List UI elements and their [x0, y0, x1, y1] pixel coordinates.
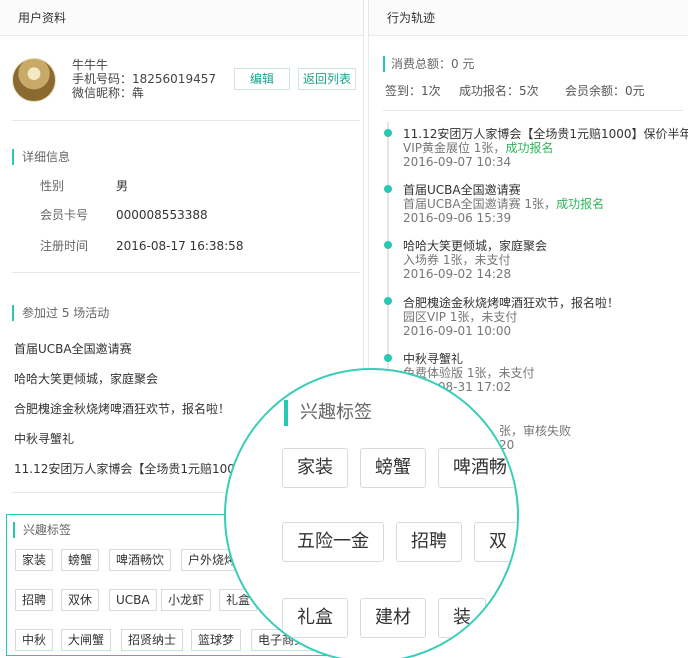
activity-item[interactable]: 11.12安团万人家博会【全场贵1元赔1000】 — [14, 461, 255, 477]
status-badge: 成功报名 — [505, 141, 554, 155]
avatar — [12, 58, 56, 102]
magnifier-tag[interactable]: 双 — [474, 522, 517, 562]
user-profile-header: 用户资料 — [0, 0, 363, 36]
behavior-track-header: 行为轨迹 — [369, 0, 688, 36]
info-label: 性别 — [40, 179, 65, 193]
status-badge: 成功报名 — [556, 197, 605, 211]
activity-item[interactable]: 中秋寻蟹礼 — [14, 431, 74, 447]
info-row-gender: 性别 男 — [40, 178, 128, 194]
interest-tag[interactable]: 螃蟹 — [61, 549, 100, 571]
magnifier-tag[interactable]: 啤酒畅 — [438, 448, 517, 488]
interest-tag[interactable]: 家装 — [15, 549, 54, 571]
interest-tag[interactable]: UCBA — [109, 589, 157, 611]
timeline-sub: 张，审核失败 — [499, 424, 572, 438]
activity-item[interactable]: 合肥槐途金秋烧烤啤酒狂欢节，报名啦！ — [14, 401, 230, 417]
info-label: 会员卡号 — [40, 208, 89, 222]
total-spend-value: 0 元 — [451, 57, 475, 71]
magnifier-tag[interactable]: 建材 — [360, 598, 426, 638]
timeline-item[interactable]: 哈哈大笑更倾城，家庭聚会 入场券 1张，未支付 2016-09-02 14:28 — [403, 239, 688, 281]
info-label: 注册时间 — [40, 239, 89, 253]
timeline-time: 2016-09-06 15:39 — [403, 211, 512, 225]
activity-item[interactable]: 首届UCBA全国邀请赛 — [14, 341, 132, 357]
timeline-item[interactable]: 首届UCBA全国邀请赛 首届UCBA全国邀请赛 1张，成功报名 2016-09-… — [403, 183, 688, 225]
user-info: 牛牛牛 手机号码：18256019457 微信昵称：犇 — [72, 58, 216, 100]
timeline-title: 合肥槐途金秋烧烤啤酒狂欢节，报名啦！ — [403, 296, 620, 310]
timeline-title: 首届UCBA全国邀请赛 — [403, 183, 521, 197]
interest-tag[interactable]: 大闸蟹 — [61, 629, 112, 651]
total-spend: 消费总额：0 元 — [383, 56, 474, 72]
timeline-time: 2016-09-07 10:34 — [403, 155, 512, 169]
timeline-dot — [384, 297, 392, 305]
user-wechat: 微信昵称：犇 — [72, 86, 145, 100]
activity-item[interactable]: 哈哈大笑更倾城，家庭聚会 — [14, 371, 158, 387]
info-value: 000008553388 — [116, 208, 208, 222]
timeline-item[interactable]: 11.12安团万人家博会【全场贵1元赔1000】保价半年 VIP黄金展位 1张，… — [403, 127, 688, 169]
divider — [12, 272, 360, 273]
info-value: 男 — [116, 179, 129, 193]
timeline-item[interactable]: 张，审核失败 20 — [499, 424, 619, 452]
magnifier-tag[interactable]: 螃蟹 — [360, 448, 426, 488]
magnifier-tag[interactable]: 家装 — [282, 448, 348, 488]
timeline-sub: 首届UCBA全国邀请赛 1张，成功报名 — [403, 197, 688, 211]
info-row-card-number: 会员卡号 000008553388 — [40, 207, 208, 223]
activities-title: 参加过 5 场活动 — [12, 305, 109, 321]
interest-tag[interactable]: 中秋 — [15, 629, 54, 651]
edit-button[interactable]: 编辑 — [234, 68, 290, 90]
interest-tag[interactable]: 篮球梦 — [191, 629, 242, 651]
interest-tag[interactable]: 招贤纳士 — [121, 629, 184, 651]
timeline-time: 20 — [499, 438, 515, 452]
timeline-sub: 入场券 1张，未支付 — [403, 253, 511, 267]
timeline-dot — [384, 241, 392, 249]
magnifier-tag[interactable]: 装 — [438, 598, 486, 638]
interest-tag[interactable]: 双休 — [61, 589, 100, 611]
user-card: 牛牛牛 手机号码：18256019457 微信昵称：犇 编辑 返回列表 — [12, 56, 362, 104]
timeline-title: 哈哈大笑更倾城，家庭聚会 — [403, 239, 548, 253]
back-to-list-button[interactable]: 返回列表 — [298, 68, 356, 90]
magnifier-tag[interactable]: 礼盒 — [282, 598, 348, 638]
info-value: 2016-08-17 16:38:58 — [116, 239, 244, 253]
magnifier-title: 兴趣标签 — [284, 400, 372, 426]
timeline-sub: 园区VIP 1张，未支付 — [403, 310, 518, 324]
checkin-count: 签到：1次 — [385, 84, 441, 98]
details-title: 详细信息 — [12, 149, 70, 165]
timeline-sub-text: VIP黄金展位 1张， — [403, 141, 506, 155]
timeline-item[interactable]: 合肥槐途金秋烧烤啤酒狂欢节，报名啦！ 园区VIP 1张，未支付 2016-09-… — [403, 296, 688, 338]
member-balance: 会员余额：0元 — [565, 84, 645, 98]
info-row-register-time: 注册时间 2016-08-17 16:38:58 — [40, 238, 243, 254]
total-spend-label: 消费总额： — [391, 57, 452, 71]
magnifier-tag[interactable]: 五险一金 — [282, 522, 384, 562]
interest-tags-title: 兴趣标签 — [13, 522, 71, 538]
timeline-time: 2016-09-01 10:00 — [403, 324, 512, 338]
user-phone: 手机号码：18256019457 — [72, 72, 216, 86]
interest-tag[interactable]: 啤酒畅饮 — [109, 549, 172, 571]
signup-count: 成功报名：5次 — [459, 84, 539, 98]
timeline-title: 11.12安团万人家博会【全场贵1元赔1000】保价半年 — [403, 127, 688, 141]
timeline-time: 2016-09-02 14:28 — [403, 267, 512, 281]
timeline-sub-text: 首届UCBA全国邀请赛 1张， — [403, 197, 557, 211]
magnifier-tag[interactable]: 招聘 — [396, 522, 462, 562]
divider — [383, 110, 683, 111]
timeline-sub: 免费体验版 1张，未支付 — [403, 366, 535, 380]
timeline-dot — [384, 354, 392, 362]
divider — [12, 120, 360, 121]
timeline-sub: VIP黄金展位 1张，成功报名 — [403, 141, 688, 155]
timeline-dot — [384, 185, 392, 193]
user-name: 牛牛牛 — [72, 58, 109, 72]
interest-tags-magnifier: 兴趣标签 家装 螃蟹 啤酒畅 五险一金 招聘 双 礼盒 建材 装 — [224, 368, 519, 658]
interest-tag[interactable]: 招聘 — [15, 589, 54, 611]
timeline-title: 中秋寻蟹礼 — [403, 352, 464, 366]
interest-tag[interactable]: 小龙虾 — [161, 589, 212, 611]
timeline-dot — [384, 129, 392, 137]
